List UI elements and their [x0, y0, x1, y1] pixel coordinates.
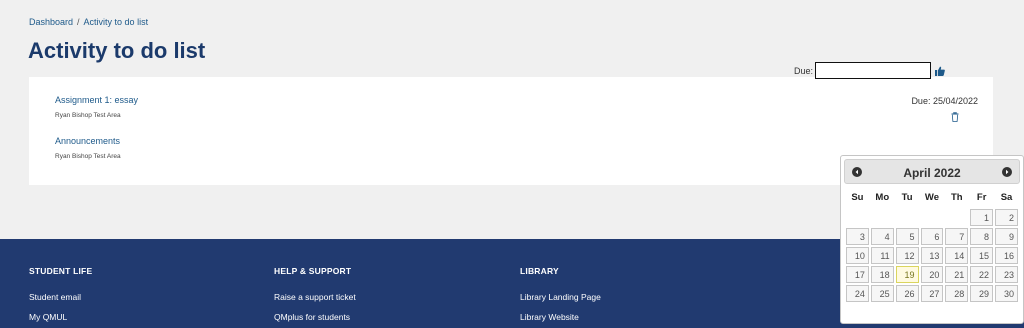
footer-link-student-email[interactable]: Student email	[29, 292, 92, 302]
calendar-week-row: 17 18 19 20 21 22 23	[846, 266, 1018, 283]
footer-link-library-landing[interactable]: Library Landing Page	[520, 292, 601, 302]
datepicker-month-title: April 2022	[903, 166, 961, 180]
footer-link-qmplus-students[interactable]: QMplus for students	[274, 312, 356, 322]
footer-heading: HELP & SUPPORT	[274, 266, 352, 276]
footer-column-help-support: HELP & SUPPORT Raise a support ticket QM…	[274, 266, 356, 322]
calendar-day[interactable]: 14	[945, 247, 969, 264]
calendar-day[interactable]: 13	[920, 247, 944, 264]
due-date-input[interactable]	[815, 62, 932, 79]
list-item-announcements: Announcements Ryan Bishop Test Area	[55, 136, 121, 160]
calendar-day[interactable]: 6	[920, 228, 944, 245]
weekday-header: Tu	[901, 191, 913, 203]
calendar-day[interactable]: 16	[995, 247, 1018, 264]
course-name: Ryan Bishop Test Area	[55, 153, 121, 160]
calendar-week-row: 3456789	[846, 228, 1018, 245]
footer-column-library: LIBRARY Library Landing Page Library Web…	[520, 266, 601, 322]
calendar-day[interactable]: 23	[995, 266, 1018, 283]
datepicker-popup: April 2022 Su Mo Tu We Th Fr Sa 1 2 3 4 5 6 7 8 9 10 11 1…	[840, 155, 1024, 324]
weekday-header: We	[924, 191, 939, 203]
weekday-header: Su	[851, 191, 864, 203]
footer-column-student-life: STUDENT LIFE Student email My QMUL	[29, 266, 92, 322]
calendar-day[interactable]: 7	[945, 228, 969, 245]
footer-link-my-qmul[interactable]: My QMUL	[29, 312, 92, 322]
due-date-picker-row: Due:	[794, 62, 945, 79]
calendar-day[interactable]: 22	[970, 266, 994, 283]
breadcrumb-current-link[interactable]: Activity to do list	[84, 17, 149, 27]
calendar-day[interactable]: 2	[995, 209, 1018, 226]
datepicker-grid: Su Mo Tu We Th Fr Sa 1 2 3 4 5 6 7 8 9 10 11 12 13 14 15 16 17…	[844, 185, 1020, 304]
calendar-day[interactable]: 17	[846, 266, 869, 283]
calendar-day[interactable]: 5	[895, 228, 919, 245]
calendar-day[interactable]: 3	[846, 228, 869, 245]
course-name: Ryan Bishop Test Area	[55, 112, 121, 119]
due-date-text: Due: 25/04/2022	[911, 96, 978, 106]
page-title: Activity to do list	[28, 38, 206, 63]
breadcrumb-dashboard-link[interactable]: Dashboard	[29, 17, 73, 27]
thumbs-up-icon[interactable]	[935, 66, 945, 76]
datepicker-header: April 2022	[844, 159, 1020, 184]
calendar-week-row: 24 25 26 27 28 29 30	[846, 285, 1018, 302]
calendar-day[interactable]: 4	[870, 228, 894, 245]
calendar-day[interactable]: 8	[970, 228, 994, 245]
calendar-week-row: 12	[846, 209, 1018, 226]
calendar-day[interactable]: 18	[870, 266, 894, 283]
list-item-assignment: Assignment 1: essay Ryan Bishop Test Are…	[55, 95, 138, 119]
calendar-day[interactable]: 1	[970, 209, 994, 226]
weekday-header: Mo	[875, 191, 890, 203]
breadcrumb-separator: /	[77, 17, 80, 27]
calendar-day[interactable]: 20	[920, 266, 944, 283]
assignment-link[interactable]: Assignment 1: essay	[55, 95, 138, 105]
calendar-day[interactable]: 26	[895, 285, 919, 302]
calendar-day[interactable]: 19	[895, 266, 919, 283]
footer-heading: STUDENT LIFE	[29, 266, 93, 276]
empty-day-cell	[921, 209, 944, 226]
empty-day-cell	[871, 209, 894, 226]
breadcrumb: Dashboard / Activity to do list	[29, 17, 148, 27]
calendar-day[interactable]: 9	[995, 228, 1018, 245]
calendar-day[interactable]: 15	[970, 247, 994, 264]
calendar-day[interactable]: 11	[870, 247, 894, 264]
calendar-day[interactable]: 30	[995, 285, 1018, 302]
footer-link-raise-ticket[interactable]: Raise a support ticket	[274, 292, 356, 302]
calendar-day[interactable]: 28	[945, 285, 969, 302]
calendar-day[interactable]: 27	[920, 285, 944, 302]
calendar-day[interactable]: 21	[945, 266, 969, 283]
calendar-day[interactable]: 29	[970, 285, 994, 302]
calendar-week-row: 10 11 12 13 14 15 16	[846, 247, 1018, 264]
empty-day-cell	[945, 209, 968, 226]
weekday-header: Th	[950, 191, 963, 203]
weekday-header: Sa	[1000, 191, 1013, 203]
weekday-header: Fr	[976, 191, 987, 203]
empty-day-cell	[896, 209, 919, 226]
calendar-day[interactable]: 24	[846, 285, 869, 302]
calendar-day[interactable]: 25	[870, 285, 894, 302]
due-label: Due:	[794, 65, 814, 76]
next-month-icon[interactable]	[1002, 167, 1012, 177]
empty-day-cell	[846, 209, 869, 226]
calendar-day[interactable]: 10	[846, 247, 869, 264]
announcements-link[interactable]: Announcements	[55, 136, 121, 146]
footer-link-library-website[interactable]: Library Website	[520, 312, 601, 322]
trash-icon[interactable]	[951, 112, 959, 122]
footer-heading: LIBRARY	[520, 266, 559, 276]
calendar-day[interactable]: 12	[895, 247, 919, 264]
